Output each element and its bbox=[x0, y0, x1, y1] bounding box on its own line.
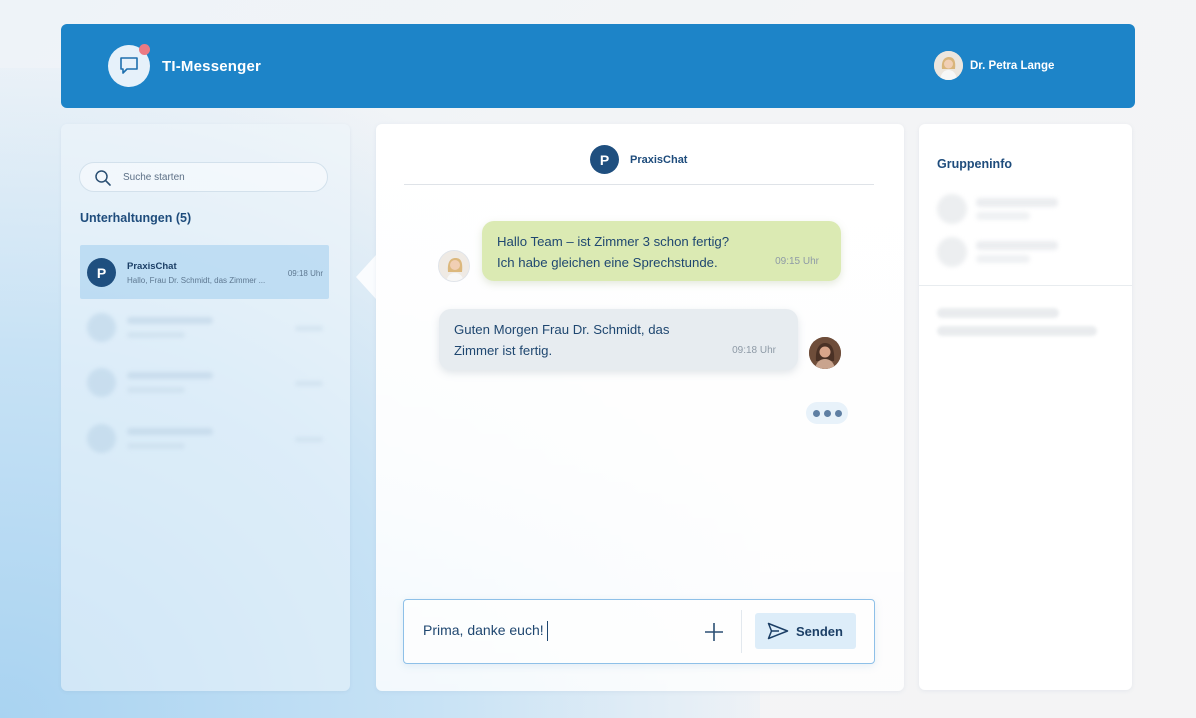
app-header: TI-Messenger Dr. Petra Lange bbox=[61, 24, 1135, 108]
message-line: Ich habe gleichen eine Sprechstunde. bbox=[497, 255, 718, 270]
conversation-item-praxischat[interactable]: P PraxisChat Hallo, Frau Dr. Schmidt, da… bbox=[80, 245, 329, 299]
info-placeholder-line bbox=[937, 326, 1097, 336]
message-time: 09:18 Uhr bbox=[732, 345, 776, 356]
message-input[interactable] bbox=[423, 622, 693, 638]
add-attachment-icon[interactable] bbox=[701, 619, 727, 645]
conversation-preview: Hallo, Frau Dr. Schmidt, das Zimmer ... bbox=[127, 276, 266, 285]
user-avatar[interactable] bbox=[934, 51, 963, 80]
search-placeholder: Suche starten bbox=[123, 172, 185, 183]
group-info-title: Gruppeninfo bbox=[937, 157, 1012, 171]
info-divider bbox=[919, 285, 1132, 286]
search-field[interactable]: Suche starten bbox=[79, 162, 328, 192]
typing-indicator bbox=[806, 402, 848, 424]
user-name: Dr. Petra Lange bbox=[970, 60, 1055, 72]
chat-title: PraxisChat bbox=[630, 154, 688, 166]
message-text: Guten Morgen Frau Dr. Schmidt, das Zimme… bbox=[454, 319, 670, 361]
conversation-sidebar: Suche starten Unterhaltungen (5) P Praxi… bbox=[61, 124, 350, 691]
user-photo-icon bbox=[439, 251, 469, 281]
conversation-avatar: P bbox=[87, 258, 116, 287]
send-button[interactable]: Senden bbox=[755, 613, 856, 649]
message-time: 09:15 Uhr bbox=[775, 256, 819, 267]
message-bubble-outgoing[interactable]: Guten Morgen Frau Dr. Schmidt, das Zimme… bbox=[439, 309, 798, 370]
search-icon bbox=[95, 170, 111, 186]
composer-divider bbox=[741, 610, 742, 653]
sender-avatar bbox=[438, 250, 470, 282]
chat-panel: P PraxisChat Hallo Team – ist Zimmer 3 s… bbox=[376, 124, 904, 691]
conversation-item-placeholder[interactable] bbox=[80, 355, 329, 409]
message-text: Hallo Team – ist Zimmer 3 schon fertig? … bbox=[497, 231, 729, 273]
send-icon bbox=[767, 622, 789, 640]
chat-avatar: P bbox=[590, 145, 619, 174]
active-pointer bbox=[356, 255, 376, 299]
sender-avatar bbox=[809, 337, 841, 369]
user-photo-icon bbox=[809, 337, 841, 369]
info-placeholder-line bbox=[937, 308, 1059, 318]
text-caret bbox=[547, 621, 548, 641]
message-bubble-incoming[interactable]: Hallo Team – ist Zimmer 3 schon fertig? … bbox=[482, 221, 841, 281]
conversations-heading: Unterhaltungen (5) bbox=[80, 211, 192, 225]
notification-dot bbox=[139, 44, 150, 55]
chat-divider bbox=[404, 184, 874, 185]
conversation-item-placeholder[interactable] bbox=[80, 411, 329, 465]
send-label: Senden bbox=[796, 624, 843, 639]
message-line: Hallo Team – ist Zimmer 3 schon fertig? bbox=[497, 234, 730, 249]
conversation-item-placeholder[interactable] bbox=[80, 300, 329, 354]
conversation-name: PraxisChat bbox=[127, 261, 177, 272]
group-info-panel: Gruppeninfo bbox=[919, 124, 1132, 690]
message-line: Guten Morgen Frau Dr. Schmidt, das bbox=[454, 322, 670, 337]
message-line: Zimmer ist fertig. bbox=[454, 343, 553, 358]
message-composer: Senden bbox=[403, 599, 875, 664]
conversation-time: 09:18 Uhr bbox=[287, 269, 323, 278]
app-title: TI-Messenger bbox=[162, 58, 262, 75]
chat-bubble-icon bbox=[120, 57, 138, 74]
user-photo-icon bbox=[934, 51, 963, 80]
